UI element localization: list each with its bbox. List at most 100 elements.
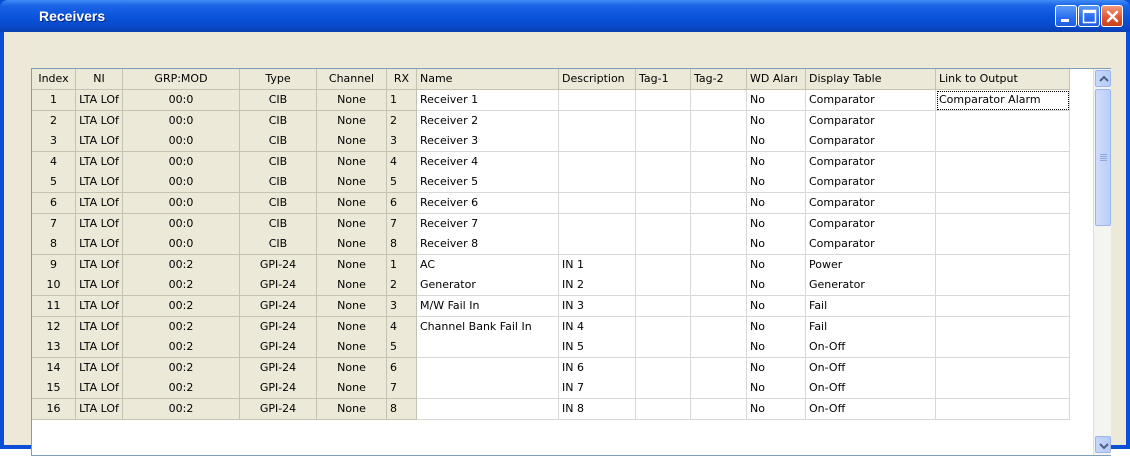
cell-link-to-output[interactable]	[936, 337, 1070, 359]
cell-link-to-output[interactable]	[936, 213, 1070, 235]
cell-tag-1[interactable]	[636, 131, 691, 153]
column-header-name[interactable]: Name	[417, 69, 559, 90]
cell-name[interactable]	[417, 357, 559, 379]
cell-display-table[interactable]: Comparator	[806, 172, 936, 194]
cell-description[interactable]: IN 2	[559, 275, 636, 297]
minimize-button[interactable]	[1055, 5, 1077, 27]
cell-description[interactable]: IN 5	[559, 337, 636, 359]
cell-wd-alarm[interactable]: No	[747, 172, 806, 194]
cell-name[interactable]: M/W Fail In	[417, 296, 559, 317]
cell-name[interactable]: Generator	[417, 275, 559, 297]
column-header-tag-1[interactable]: Tag-1	[636, 69, 691, 90]
cell-wd-alarm[interactable]: No	[747, 213, 806, 235]
cell-link-to-output[interactable]	[936, 131, 1070, 153]
cell-display-table[interactable]: Comparator	[806, 131, 936, 153]
cell-wd-alarm[interactable]: No	[747, 131, 806, 153]
cell-name[interactable]: Channel Bank Fail In	[417, 316, 559, 338]
cell-tag-1[interactable]	[636, 234, 691, 256]
column-header-channel[interactable]: Channel	[317, 69, 387, 90]
cell-display-table[interactable]: Fail	[806, 316, 936, 338]
cell-tag-1[interactable]	[636, 316, 691, 338]
column-header-ni[interactable]: NI	[76, 69, 123, 90]
table-row[interactable]: 7 LTA LOf 00:0 CIB None 7 Receiver 7 No Comparat…	[32, 213, 1070, 235]
cell-description[interactable]: IN 1	[559, 254, 636, 276]
cell-wd-alarm[interactable]: No	[747, 254, 806, 276]
column-header-description[interactable]: Description	[559, 69, 636, 90]
column-header-link-to-output[interactable]: Link to Output	[936, 69, 1070, 90]
cell-wd-alarm[interactable]: No	[747, 234, 806, 256]
table-row[interactable]: 8 LTA LOf 00:0 CIB None 8 Receiver 8 No Comparat…	[32, 234, 1070, 256]
cell-wd-alarm[interactable]: No	[747, 337, 806, 359]
cell-display-table[interactable]: Power	[806, 254, 936, 276]
cell-wd-alarm[interactable]: No	[747, 151, 806, 173]
cell-display-table[interactable]: On-Off	[806, 378, 936, 400]
cell-tag-1[interactable]	[636, 378, 691, 400]
table-row[interactable]: 4 LTA LOf 00:0 CIB None 4 Receiver 4 No Comparat…	[32, 151, 1070, 173]
cell-rx[interactable]: 1	[387, 254, 417, 276]
column-header-tag-2[interactable]: Tag-2	[691, 69, 747, 90]
cell-tag-2[interactable]	[691, 254, 747, 276]
cell-link-to-output[interactable]	[936, 234, 1070, 256]
cell-link-to-output[interactable]	[936, 110, 1070, 132]
table-row[interactable]: 12 LTA LOf 00:2 GPI-24 None 4 Channel Bank Fai…	[32, 316, 1070, 338]
cell-description[interactable]	[559, 193, 636, 214]
cell-name[interactable]	[417, 337, 559, 359]
table-row[interactable]: 15 LTA LOf 00:2 GPI-24 None 7 IN 7 No On-Off	[32, 378, 1070, 400]
cell-description[interactable]: IN 4	[559, 316, 636, 338]
cell-wd-alarm[interactable]: No	[747, 399, 806, 420]
cell-display-table[interactable]: On-Off	[806, 399, 936, 420]
cell-display-table[interactable]: Comparator	[806, 90, 936, 111]
cell-tag-2[interactable]	[691, 131, 747, 153]
cell-tag-1[interactable]	[636, 357, 691, 379]
cell-display-table[interactable]: On-Off	[806, 357, 936, 379]
cell-tag-2[interactable]	[691, 316, 747, 338]
scroll-down-button[interactable]	[1095, 436, 1111, 453]
cell-link-to-output[interactable]	[936, 378, 1070, 400]
cell-rx[interactable]: 1	[387, 90, 417, 111]
cell-wd-alarm[interactable]: No	[747, 296, 806, 317]
column-header-index[interactable]: Index	[32, 69, 76, 90]
cell-link-to-output[interactable]: Comparator Alarm	[936, 90, 1070, 111]
cell-rx[interactable]: 3	[387, 131, 417, 153]
cell-link-to-output[interactable]	[936, 172, 1070, 194]
cell-wd-alarm[interactable]: No	[747, 357, 806, 379]
cell-description[interactable]: IN 3	[559, 296, 636, 317]
column-header-type[interactable]: Type	[240, 69, 317, 90]
cell-tag-1[interactable]	[636, 151, 691, 173]
cell-tag-1[interactable]	[636, 296, 691, 317]
title-bar[interactable]: Receivers	[0, 0, 1130, 32]
cell-rx[interactable]: 5	[387, 172, 417, 194]
cell-link-to-output[interactable]	[936, 399, 1070, 420]
column-header-grp-mod[interactable]: GRP:MOD	[123, 69, 240, 90]
cell-rx[interactable]: 5	[387, 337, 417, 359]
cell-name[interactable]: Receiver 3	[417, 131, 559, 153]
cell-tag-2[interactable]	[691, 378, 747, 400]
cell-rx[interactable]: 7	[387, 378, 417, 400]
cell-tag-2[interactable]	[691, 337, 747, 359]
cell-rx[interactable]: 4	[387, 151, 417, 173]
cell-tag-1[interactable]	[636, 193, 691, 214]
cell-description[interactable]	[559, 234, 636, 256]
cell-description[interactable]	[559, 213, 636, 235]
cell-tag-2[interactable]	[691, 213, 747, 235]
cell-wd-alarm[interactable]: No	[747, 316, 806, 338]
cell-tag-2[interactable]	[691, 110, 747, 132]
cell-display-table[interactable]: Generator	[806, 275, 936, 297]
cell-description[interactable]	[559, 110, 636, 132]
cell-rx[interactable]: 7	[387, 213, 417, 235]
cell-tag-2[interactable]	[691, 275, 747, 297]
table-row[interactable]: 10 LTA LOf 00:2 GPI-24 None 2 Generator IN 2 No G…	[32, 275, 1070, 297]
cell-tag-1[interactable]	[636, 213, 691, 235]
cell-tag-2[interactable]	[691, 399, 747, 420]
cell-name[interactable]: Receiver 1	[417, 90, 559, 111]
table-row[interactable]: 6 LTA LOf 00:0 CIB None 6 Receiver 6 No Comparat…	[32, 193, 1070, 214]
cell-tag-1[interactable]	[636, 399, 691, 420]
cell-rx[interactable]: 2	[387, 275, 417, 297]
table-row[interactable]: 2 LTA LOf 00:0 CIB None 2 Receiver 2 No Comparat…	[32, 110, 1070, 132]
table-row[interactable]: 5 LTA LOf 00:0 CIB None 5 Receiver 5 No Comparat…	[32, 172, 1070, 194]
cell-wd-alarm[interactable]: No	[747, 275, 806, 297]
cell-description[interactable]	[559, 151, 636, 173]
cell-tag-1[interactable]	[636, 275, 691, 297]
cell-tag-1[interactable]	[636, 90, 691, 111]
cell-name[interactable]	[417, 378, 559, 400]
